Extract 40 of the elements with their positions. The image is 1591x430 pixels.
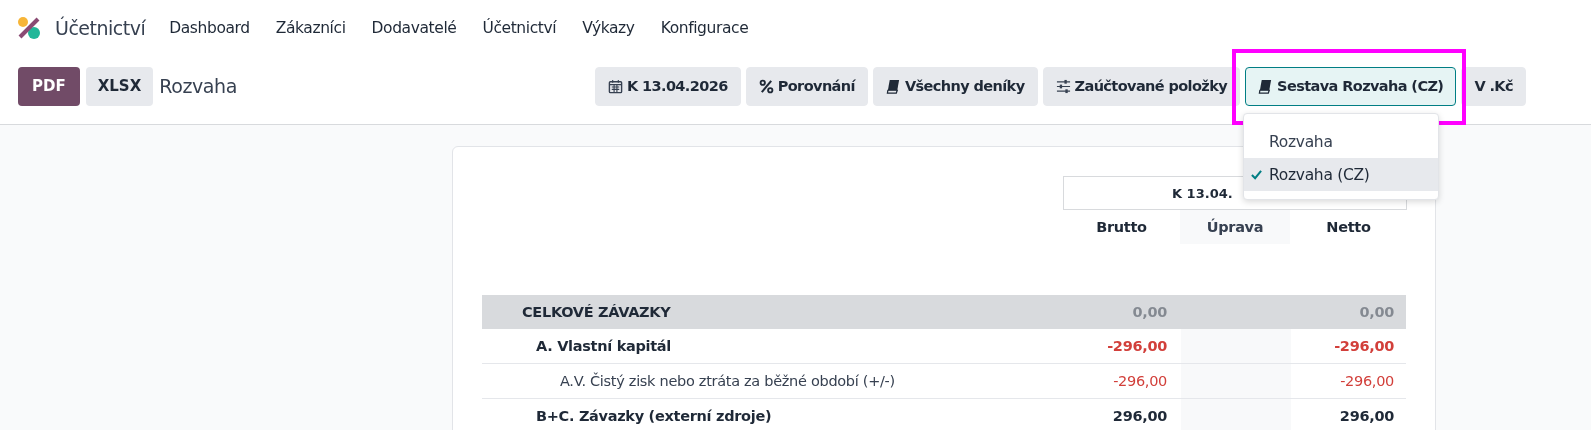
percent-icon (758, 78, 774, 94)
account-name[interactable]: B+C. Závazky (externí zdroje) (482, 408, 1064, 424)
filter-button[interactable]: K 13.04.2026 (594, 66, 741, 106)
filter-button[interactable]: Všechny deníky (872, 66, 1038, 106)
amount-cell-text: 0,00 (1131, 304, 1168, 320)
account-name[interactable]: A.V. Čistý zisk nebo ztráta za běžné období (+/-) (482, 373, 1064, 389)
amount-cell-text: -296,00 (1112, 373, 1168, 389)
nav-menu-item[interactable]: Dashboard (169, 19, 250, 37)
nav-menu-item[interactable]: Zákazníci (275, 19, 346, 37)
nav-menu-item[interactable]: Dodavatelé (371, 19, 457, 37)
nav-menu-item[interactable]: Výkazy (582, 19, 635, 37)
report-title: Rozvaha (159, 75, 237, 97)
sliders-icon (1055, 78, 1071, 94)
amount-cell-text: -296,00 (1333, 338, 1395, 354)
app-title[interactable]: Účetnictví (55, 17, 146, 39)
amount-cell-text: 296,00 (1111, 408, 1168, 424)
dropdown-item[interactable]: Rozvaha (1244, 125, 1438, 158)
column-header: Netto (1325, 218, 1372, 237)
amount-cell-text: -296,00 (1339, 373, 1395, 389)
column-header: Brutto (1095, 218, 1148, 237)
nav-menu-item[interactable]: Konfigurace (660, 19, 749, 37)
checkmark-icon (1251, 169, 1262, 180)
account-name[interactable]: A. Vlastní kapitál (482, 338, 1064, 354)
dropdown-item[interactable]: Rozvaha (CZ) (1244, 158, 1438, 191)
nav-menu-item[interactable]: Účetnictví (482, 19, 557, 37)
amount-cell-text: -296,00 (1106, 338, 1168, 354)
filter-button[interactable]: Zaúčtované položky (1042, 66, 1241, 106)
amount-cell-text: 296,00 (1338, 408, 1395, 424)
export-button[interactable]: PDF (18, 66, 80, 106)
filter-button[interactable]: Sestava Rozvaha (CZ) (1245, 66, 1457, 106)
calendar-icon (607, 78, 623, 94)
amount-cell-text: 0,00 (1358, 304, 1395, 320)
book-icon (885, 78, 901, 94)
filter-button[interactable]: V .Kč (1461, 66, 1526, 106)
account-name[interactable]: CELKOVÉ ZÁVAZKY (482, 304, 1064, 320)
column-header: Úprava (1180, 210, 1290, 244)
app-logo-icon (17, 16, 41, 40)
export-button[interactable]: XLSX (85, 66, 154, 106)
book-icon (1258, 78, 1274, 94)
filter-button[interactable]: Porovnání (745, 66, 868, 106)
